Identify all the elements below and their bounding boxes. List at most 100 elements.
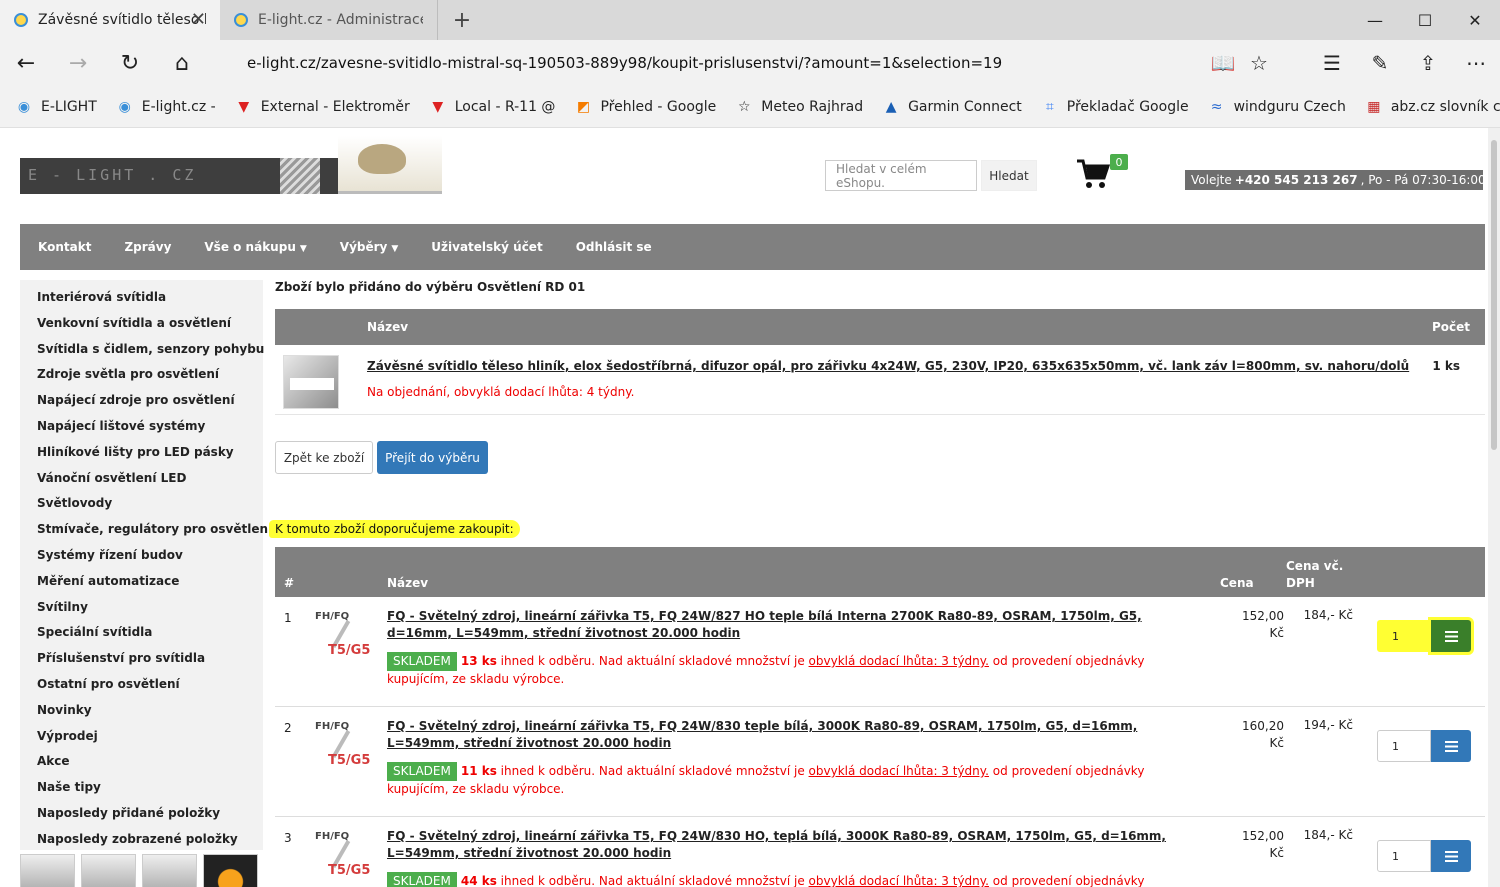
maximize-icon[interactable]: ☐	[1400, 0, 1450, 40]
new-tab-icon[interactable]: +	[438, 0, 486, 40]
nav-vybery[interactable]: Výběry ▼	[340, 240, 399, 254]
search-button[interactable]: Hledat	[981, 160, 1037, 191]
meter-icon: ▼	[432, 98, 444, 115]
table-row: 2 FH/FQ T5/G5 FQ - Světelný zdroj, lineá…	[275, 707, 1485, 817]
favorite-garmin-connect[interactable]: ▲ Garmin Connect	[883, 99, 1022, 115]
sidebar-item[interactable]: Napájecí lištové systémy	[37, 417, 263, 443]
minimize-icon[interactable]: —	[1350, 0, 1400, 40]
dictionary-icon: ▦	[1367, 98, 1381, 115]
favorite-windguru[interactable]: ≈ windguru Czech	[1209, 99, 1346, 115]
product-thumbnail[interactable]: FH/FQ T5/G5	[315, 719, 371, 775]
phone-link[interactable]: +420 545 213 267	[1235, 173, 1358, 187]
sidebar-item[interactable]: Ostatní pro osvětlení	[37, 675, 263, 701]
product-thumbnail[interactable]: FH/FQ T5/G5	[315, 829, 371, 885]
wind-icon: ≈	[1210, 98, 1223, 115]
close-window-icon[interactable]: ✕	[1450, 0, 1500, 40]
cart-icon[interactable]	[1076, 158, 1110, 190]
tab-administration[interactable]: E-light.cz - Administrace	[220, 0, 438, 40]
sidebar-item[interactable]: Svítilny	[37, 598, 263, 624]
site-logo[interactable]: E - LIGHT . CZ	[20, 136, 442, 194]
favorite-e-light[interactable]: ◉ E-LIGHT	[16, 99, 97, 115]
favorite-abz-slovnik[interactable]: ▦abz.cz slovník cizích	[1366, 99, 1500, 115]
favorite-meteo-rajhrad[interactable]: ☆ Meteo Rajhrad	[736, 99, 863, 115]
favorite-prekladac-google[interactable]: ⌗ Překladač Google	[1042, 99, 1189, 115]
sidebar-item[interactable]: Výprodej	[37, 727, 263, 753]
nav-uzivatelsky-ucet[interactable]: Uživatelský účet	[431, 240, 542, 254]
delivery-time-link[interactable]: obvyklá dodací lhůta: 3 týdny.	[809, 654, 989, 668]
sidebar-item[interactable]: Systémy řízení budov	[37, 546, 263, 572]
product-thumbnail[interactable]	[283, 355, 339, 409]
in-stock-badge: SKLADEM	[387, 762, 457, 781]
sidebar-item[interactable]: Světlovody	[37, 494, 263, 520]
delivery-time-link[interactable]: obvyklá dodací lhůta: 3 týdny.	[809, 764, 989, 778]
delivery-time-link[interactable]: obvyklá dodací lhůta: 3 týdny.	[809, 874, 989, 887]
scrollbar-thumb[interactable]	[1491, 140, 1497, 450]
share-icon[interactable]: ⇪	[1404, 40, 1452, 86]
site-favicon-icon	[14, 13, 28, 27]
tab-title: E-light.cz - Administrace	[258, 12, 423, 28]
sidebar-item[interactable]: Příslušenství pro svítidla	[37, 649, 263, 675]
garmin-triangle-icon: ▲	[885, 98, 897, 115]
favorite-e-light-cz[interactable]: ◉ E-light.cz -	[117, 99, 216, 115]
quantity-input[interactable]: 1	[1377, 620, 1431, 652]
sidebar-item[interactable]: Akce	[37, 752, 263, 778]
sidebar-item[interactable]: Hliníkové lišty pro LED pásky	[37, 443, 263, 469]
sidebar-item[interactable]: Naposledy přidané položky	[37, 804, 263, 830]
sidebar-item[interactable]: Venkovní svítidla a osvětlení	[37, 314, 263, 340]
favorite-external-elektromer[interactable]: ▼ External - Elektroměr	[236, 99, 409, 115]
web-note-icon[interactable]: ✎	[1356, 40, 1404, 86]
table-row: 3 FH/FQ T5/G5 FQ - Světelný zdroj, lineá…	[275, 817, 1485, 887]
more-icon[interactable]: ⋯	[1452, 40, 1500, 86]
add-to-selection-button[interactable]	[1431, 840, 1471, 872]
thumbnail[interactable]	[20, 854, 75, 887]
site-favicon-icon: ◉	[17, 98, 31, 115]
nav-vse-o-nakupu[interactable]: Vše o nákupu ▼	[204, 240, 306, 254]
sidebar-item[interactable]: Vánoční osvětlení LED	[37, 469, 263, 495]
sidebar-item[interactable]: Měření automatizace	[37, 572, 263, 598]
back-icon[interactable]: ←	[0, 40, 52, 86]
back-to-product-button[interactable]: Zpět ke zboží	[275, 441, 373, 474]
sidebar-item[interactable]: Svítidla s čidlem, senzory pohybu	[37, 340, 264, 366]
add-to-selection-button[interactable]	[1431, 730, 1471, 762]
nav-kontakt[interactable]: Kontakt	[38, 240, 91, 254]
favorite-prehled-google[interactable]: ◩ Přehled - Google	[575, 99, 716, 115]
thumbnail[interactable]	[81, 854, 136, 887]
nav-odhlasit[interactable]: Odhlásit se	[576, 240, 652, 254]
sidebar-item[interactable]: Zdroje světla pro osvětlení	[37, 365, 263, 391]
hub-icon[interactable]: ☰	[1308, 40, 1356, 86]
close-tab-icon[interactable]: ✕	[191, 9, 206, 30]
stock-info: SKLADEM 11 ks ihned k odběru. Nad aktuáln…	[387, 762, 1145, 796]
page-scrollbar[interactable]	[1488, 128, 1500, 887]
sidebar-item[interactable]: Speciální svítidla	[37, 623, 263, 649]
sidebar-item[interactable]: Napájecí zdroje pro osvětlení	[37, 391, 263, 417]
favorite-local-r11[interactable]: ▼ Local - R-11 @	[430, 98, 555, 115]
thumbnail[interactable]	[142, 854, 197, 887]
quantity-input[interactable]: 1	[1377, 730, 1431, 762]
table-row: 1 FH/FQ T5/G5 FQ - Světelný zdroj, lineá…	[275, 597, 1485, 707]
product-link[interactable]: FQ - Světelný zdroj, lineární zářivka T5…	[387, 828, 1197, 862]
search-input[interactable]: Hledat v celém eShopu.	[825, 160, 977, 191]
add-to-selection-button[interactable]	[1431, 620, 1471, 652]
home-icon[interactable]: ⌂	[156, 40, 208, 86]
refresh-icon[interactable]: ↻	[104, 40, 156, 86]
address-bar[interactable]: e-light.cz/zavesne-svitidlo-mistral-sq-1…	[232, 45, 1286, 81]
sidebar-item[interactable]: Naše tipy	[37, 778, 263, 804]
quantity-input[interactable]: 1	[1377, 840, 1431, 872]
product-link[interactable]: FQ - Světelný zdroj, lineární zářivka T5…	[387, 718, 1197, 752]
sidebar-item[interactable]: Novinky	[37, 701, 263, 727]
sidebar-item[interactable]: Naposledy zobrazené položky	[37, 830, 263, 856]
added-product-link[interactable]: Závěsné svítidlo těleso hliník, elox šed…	[367, 359, 1409, 373]
forward-icon[interactable]: →	[52, 40, 104, 86]
sidebar-item[interactable]: Stmívače, regulátory pro osvětlení	[37, 520, 272, 546]
tab-product[interactable]: Závěsné svítidlo těleso h ✕	[0, 0, 220, 40]
go-to-selection-button[interactable]: Přejít do výběru	[377, 441, 488, 474]
nav-zpravy[interactable]: Zprávy	[124, 240, 171, 254]
product-thumbnail[interactable]: FH/FQ T5/G5	[315, 609, 371, 665]
product-link[interactable]: FQ - Světelný zdroj, lineární zářivka T5…	[387, 608, 1197, 642]
thumbnail[interactable]	[203, 854, 258, 887]
recommend-heading: K tomuto zboží doporučujeme zakoupit:	[269, 520, 520, 538]
favorite-star-icon[interactable]: ☆	[1241, 40, 1277, 86]
recent-thumbnails	[20, 854, 263, 887]
reading-view-icon[interactable]: 📖	[1205, 40, 1241, 86]
sidebar-item[interactable]: Interiérová svítidla	[37, 288, 263, 314]
